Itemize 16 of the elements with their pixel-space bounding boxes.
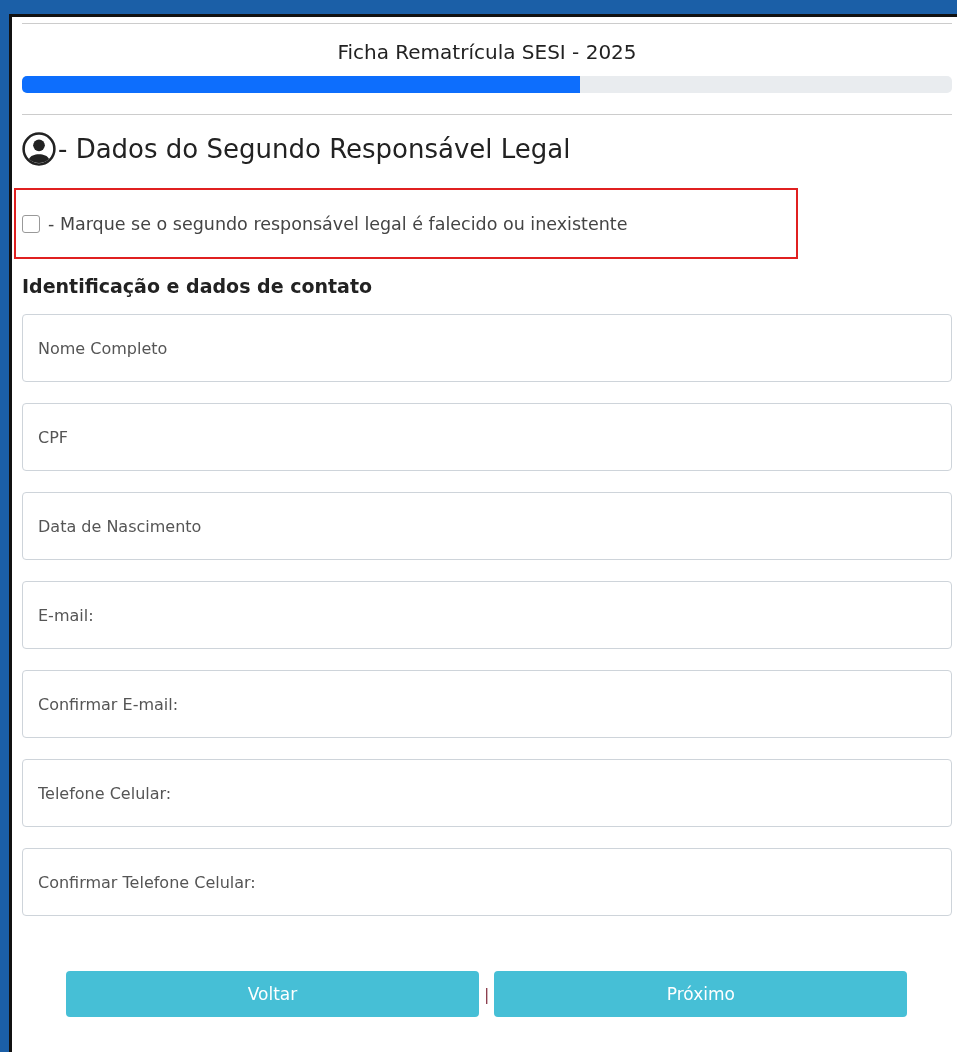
input-field[interactable]: Data de Nascimento: [22, 492, 952, 560]
checkbox[interactable]: [22, 214, 40, 233]
input-field[interactable]: E-mail:: [22, 581, 952, 649]
checkbox-label: - Marque se o segundo responsável legal é falecido ou inexistente: [48, 213, 628, 234]
input-field[interactable]: Confirmar Telefone Celular:: [22, 848, 952, 916]
form-title: Ficha Rematrícula SESI - 2025: [336, 39, 638, 66]
input-field[interactable]: CPF: [22, 403, 952, 471]
next-button[interactable]: Próximo: [494, 971, 908, 1017]
user-icon: [22, 132, 56, 166]
subsection-title: Identificação e dados de contato: [22, 275, 374, 297]
section-title: - Dados do Segundo Responsável Legal: [58, 134, 571, 164]
input-field[interactable]: Nome Completo: [22, 314, 952, 382]
input-field[interactable]: Confirmar E-mail:: [22, 670, 952, 738]
input-field[interactable]: Telefone Celular:: [22, 759, 952, 827]
separator: |: [484, 984, 490, 1004]
back-button[interactable]: Voltar: [66, 971, 479, 1017]
